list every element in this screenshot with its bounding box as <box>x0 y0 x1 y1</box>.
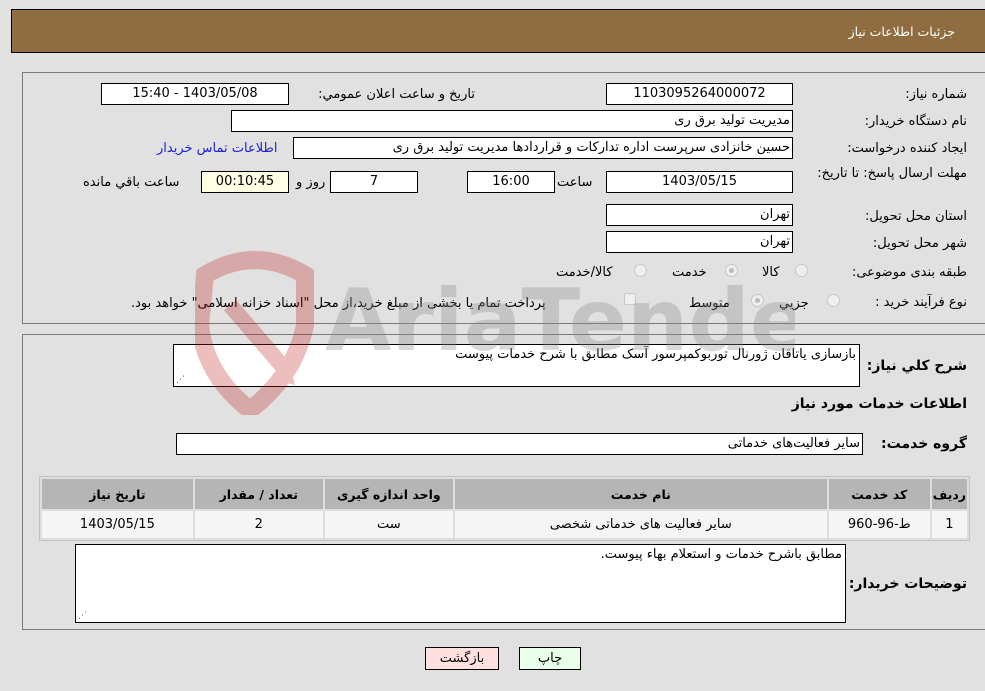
deadline-date-field: 1403/05/15 <box>606 171 793 193</box>
buyer-contact-link[interactable]: اطلاعات تماس خریدار <box>157 141 277 156</box>
category-option-goods-service: کالا/خدمت <box>556 265 613 280</box>
buyer-notes-text: مطابق باشرح خدمات و استعلام بهاء پیوست. <box>600 547 842 562</box>
process-radio-minor[interactable] <box>827 294 840 307</box>
cell-service-name: سایر فعالیت های خدماتی شخصی <box>454 511 827 538</box>
table-row: 1 ط-96-960 سایر فعالیت های خدماتی شخصی س… <box>42 511 967 538</box>
col-header-quantity: تعداد / مقدار <box>194 479 323 509</box>
need-number-label: شماره نیاز: <box>905 87 967 102</box>
buyer-org-label: نام دستگاه خریدار: <box>864 114 967 129</box>
col-header-need-date: تاریخ نیاز <box>42 479 193 509</box>
table-header-row: ردیف کد خدمت نام خدمت واحد اندازه گیری ت… <box>42 479 967 509</box>
category-radio-goods[interactable] <box>795 264 808 277</box>
resize-grip-icon[interactable]: ⋰ <box>176 376 185 385</box>
cell-need-date: 1403/05/15 <box>42 511 193 538</box>
page-title: جزئیات اطلاعات نیاز <box>848 24 955 39</box>
days-remaining-field: 7 <box>330 171 418 193</box>
col-header-service-name: نام خدمت <box>454 479 827 509</box>
cell-quantity: 2 <box>194 511 323 538</box>
summary-label: شرح کلي نیاز: <box>866 358 967 374</box>
process-option-medium: متوسط <box>689 296 730 311</box>
col-header-row-number: ردیف <box>931 479 967 509</box>
process-option-minor: جزيي <box>779 296 809 311</box>
cell-row-number: 1 <box>931 511 967 538</box>
buyer-notes-textarea[interactable]: مطابق باشرح خدمات و استعلام بهاء پیوست. … <box>75 544 846 623</box>
category-radio-goods-service[interactable] <box>634 264 647 277</box>
province-field: تهران <box>606 204 793 226</box>
announce-label: تاریخ و ساعت اعلان عمومي: <box>318 87 475 102</box>
category-radio-service[interactable] <box>725 264 738 277</box>
deadline-time-field: 16:00 <box>467 171 555 193</box>
resize-grip-icon[interactable]: ⋰ <box>78 612 87 621</box>
summary-text: بازسازی یاتاقان ژورنال توربوکمپرسور آسک … <box>455 347 856 362</box>
cell-service-code: ط-96-960 <box>828 511 930 538</box>
buyer-notes-label: توضیحات خریدار: <box>848 576 967 592</box>
creator-label: ایجاد کننده درخواست: <box>847 141 967 156</box>
process-label: نوع فرآیند خرید : <box>875 295 967 310</box>
process-radio-medium[interactable] <box>751 294 764 307</box>
service-group-field: سایر فعالیت‌های خدماتی <box>176 433 863 455</box>
summary-textarea[interactable]: بازسازی یاتاقان ژورنال توربوکمپرسور آسک … <box>173 344 860 387</box>
category-label: طبقه بندی موضوعی: <box>851 265 967 280</box>
print-button[interactable]: چاپ <box>519 647 581 670</box>
col-header-unit: واحد اندازه گیری <box>324 479 453 509</box>
services-table: ردیف کد خدمت نام خدمت واحد اندازه گیری ت… <box>39 476 970 541</box>
cell-unit: ست <box>324 511 453 538</box>
deadline-label: مهلت ارسال پاسخ: تا تاریخ: <box>817 166 967 181</box>
category-option-goods: کالا <box>762 265 780 280</box>
remaining-time-label: ساعت باقي مانده <box>83 175 180 190</box>
province-label: استان محل تحویل: <box>865 209 967 224</box>
treasury-note: پرداخت تمام یا بخشی از مبلغ خرید،از محل … <box>131 296 546 311</box>
remaining-time-field: 00:10:45 <box>201 171 289 193</box>
announce-datetime-field: 1403/05/08 - 15:40 <box>101 83 289 105</box>
col-header-service-code: کد خدمت <box>828 479 930 509</box>
deadline-time-label: ساعت <box>557 175 593 190</box>
services-section-title: اطلاعات خدمات مورد نیاز <box>791 396 967 412</box>
service-group-label: گروه خدمت: <box>881 436 967 452</box>
need-number-field: 1103095264000072 <box>606 83 793 105</box>
days-label: روز و <box>296 175 326 190</box>
buyer-org-field: مدیریت تولید برق ری <box>231 110 793 132</box>
treasury-checkbox[interactable] <box>624 293 636 305</box>
category-option-service: خدمت <box>672 265 707 280</box>
back-button[interactable]: بازگشت <box>425 647 499 670</box>
page-header: جزئیات اطلاعات نیاز <box>11 9 985 53</box>
city-field: تهران <box>606 231 793 253</box>
city-label: شهر محل تحویل: <box>872 236 967 251</box>
creator-field: حسین خانزادی سرپرست اداره تدارکات و قرار… <box>293 137 793 159</box>
